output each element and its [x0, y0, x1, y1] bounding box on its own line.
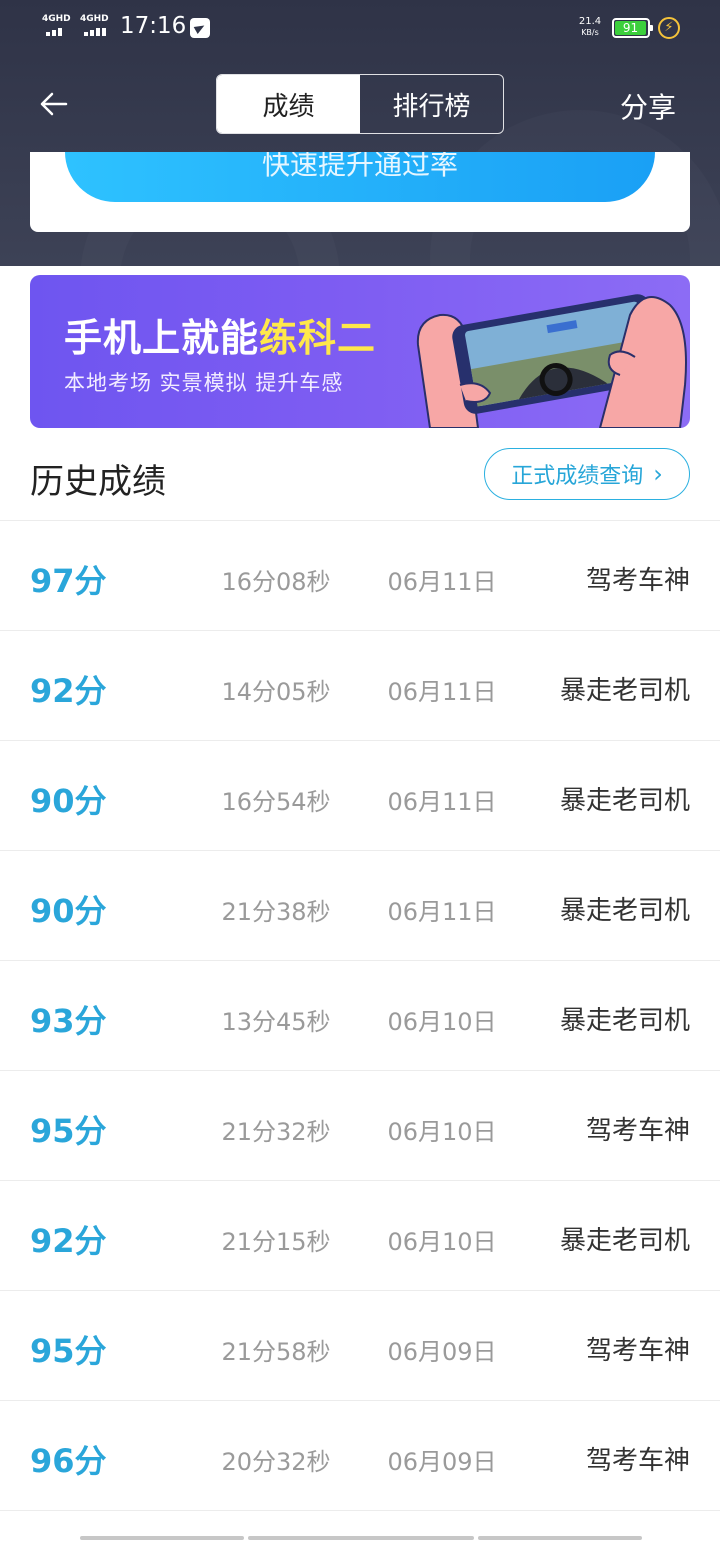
table-row[interactable]: 90分 16分54秒 06月11日 暴走老司机 [0, 740, 720, 850]
table-row[interactable]: 90分 21分38秒 06月11日 暴走老司机 [0, 850, 720, 960]
duration-value: 21分38秒 [221, 898, 331, 926]
promo-card: 快速提升通过率 [30, 152, 690, 232]
score-value: 92分 [30, 672, 107, 710]
improve-pass-rate-button[interactable]: 快速提升通过率 [65, 152, 655, 202]
table-row[interactable]: 92分 14分05秒 06月11日 暴走老司机 [0, 630, 720, 740]
table-row[interactable]: 95分 21分58秒 06月09日 驾考车神 [0, 1290, 720, 1400]
banner-title: 手机上就能练科二 [64, 307, 376, 362]
table-row[interactable]: 92分 21分15秒 06月10日 暴走老司机 [0, 1180, 720, 1290]
date-value: 06月10日 [387, 1118, 497, 1146]
speed-value: 21.4 [578, 16, 602, 27]
clock: 17:16 [120, 13, 187, 39]
tab-scores[interactable]: 成绩 [217, 75, 360, 133]
rank-title: 暴走老司机 [559, 1226, 690, 1256]
date-value: 06月11日 [387, 678, 497, 706]
score-value: 95分 [30, 1112, 107, 1150]
rank-title: 驾考车神 [585, 1116, 690, 1146]
banner-title-highlight: 练科二 [259, 316, 377, 360]
rank-title: 暴走老司机 [559, 896, 690, 926]
score-value: 96分 [30, 1442, 107, 1480]
duration-value: 16分54秒 [221, 788, 331, 816]
date-value: 06月10日 [387, 1008, 497, 1036]
table-row[interactable]: 93分 13分45秒 06月10日 暴走老司机 [0, 960, 720, 1070]
history-title: 历史成绩 [30, 462, 166, 502]
practice-banner[interactable]: 手机上就能练科二 本地考场 实景模拟 提升车感 [30, 275, 690, 428]
banner-title-text: 手机上就能 [64, 316, 260, 360]
divider [0, 1510, 720, 1511]
date-value: 06月10日 [387, 1228, 497, 1256]
score-value: 90分 [30, 782, 107, 820]
table-row[interactable]: 97分 16分08秒 06月11日 驾考车神 [0, 520, 720, 630]
duration-value: 14分05秒 [221, 678, 331, 706]
duration-value: 21分32秒 [221, 1118, 331, 1146]
date-value: 06月09日 [387, 1338, 497, 1366]
date-value: 06月11日 [387, 898, 497, 926]
duration-value: 16分08秒 [221, 568, 331, 596]
date-value: 06月11日 [387, 788, 497, 816]
score-value: 95分 [30, 1332, 107, 1370]
date-value: 06月09日 [387, 1448, 497, 1476]
speed-unit: KB/s [581, 28, 599, 37]
rank-title: 驾考车神 [585, 1336, 690, 1366]
status-bar: 4GHD 4GHD 17:16 21.4 KB/s 91 ⚡ [0, 0, 720, 56]
rank-title: 暴走老司机 [559, 1006, 690, 1036]
chevron-right-icon: › [653, 460, 663, 488]
query-button-label: 正式成绩查询 [511, 464, 644, 489]
charging-icon: ⚡ [658, 17, 680, 39]
tab-switcher: 成绩 排行榜 [216, 74, 504, 134]
signal-icon: 4GHD [42, 14, 74, 40]
share-button[interactable]: 分享 [620, 86, 676, 126]
rank-title: 暴走老司机 [559, 786, 690, 816]
battery-icon: 91 [612, 18, 653, 38]
table-row[interactable]: 95分 21分32秒 06月10日 驾考车神 [0, 1070, 720, 1180]
duration-value: 21分15秒 [221, 1228, 331, 1256]
score-value: 93分 [30, 1002, 107, 1040]
scroll-indicator [80, 1536, 642, 1540]
tab-leaderboard[interactable]: 排行榜 [360, 75, 503, 133]
back-arrow-icon[interactable] [36, 86, 72, 122]
network-type: 4GHD [80, 14, 109, 24]
telegram-icon [190, 18, 210, 38]
score-value: 97分 [30, 562, 107, 600]
table-row[interactable]: 96分 20分32秒 06月09日 驾考车神 [0, 1400, 720, 1510]
battery-level: 91 [615, 21, 646, 35]
official-score-query-button[interactable]: 正式成绩查询 › [484, 448, 690, 500]
network-type: 4GHD [42, 14, 71, 24]
duration-value: 13分45秒 [221, 1008, 331, 1036]
date-value: 06月11日 [387, 568, 497, 596]
duration-value: 20分32秒 [221, 1448, 331, 1476]
score-value: 90分 [30, 892, 107, 930]
signal-icon: 4GHD [80, 14, 112, 40]
rank-title: 暴走老司机 [559, 676, 690, 706]
network-speed: 21.4 KB/s [574, 16, 606, 38]
rank-title: 驾考车神 [585, 1446, 690, 1476]
score-value: 92分 [30, 1222, 107, 1260]
rank-title: 驾考车神 [585, 566, 690, 596]
duration-value: 21分58秒 [221, 1338, 331, 1366]
score-history-list: 97分 16分08秒 06月11日 驾考车神 92分 14分05秒 06月11日… [0, 520, 720, 1511]
banner-subtitle: 本地考场 实景模拟 提升车感 [64, 371, 344, 395]
phone-hands-illustration [416, 294, 687, 428]
